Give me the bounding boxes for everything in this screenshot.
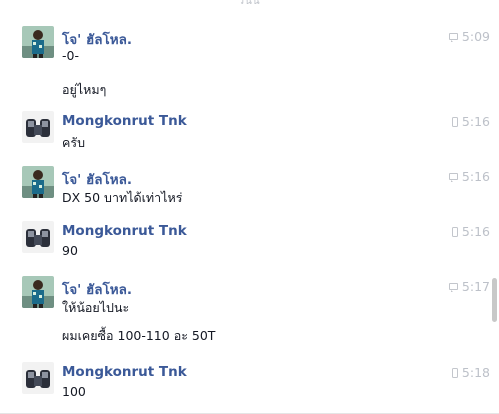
message-time: 5:16 [461, 224, 490, 239]
chat-icon [448, 33, 458, 42]
mobile-icon [451, 226, 458, 237]
sender-name[interactable]: Mongkonrut Tnk [62, 113, 187, 129]
message-time: 5:18 [461, 365, 490, 380]
avatar[interactable] [22, 111, 54, 143]
scrollbar-thumb[interactable] [492, 278, 497, 322]
sender-name[interactable]: โจ' ฮัลโหล. [62, 28, 132, 50]
message-time: 5:16 [461, 169, 490, 184]
message-text: ครับ [62, 135, 86, 150]
message-meta: 5:09 [448, 29, 490, 44]
message-meta: 5:16 [448, 169, 490, 184]
message-thread: โจ' ฮัลโหล. 5:09 -0- อยู่ไหมๆ Mongkonrut… [0, 0, 490, 414]
message-meta: 5:17 [448, 279, 490, 294]
sender-name[interactable]: โจ' ฮัลโหล. [62, 168, 132, 190]
sender-name[interactable]: โจ' ฮัลโหล. [62, 278, 132, 300]
message-time: 5:09 [461, 29, 490, 44]
message-meta: 5:16 [451, 224, 490, 239]
avatar-joe-image [22, 276, 54, 308]
message-time: 5:16 [461, 114, 490, 129]
message-text: 90 [62, 243, 78, 258]
sender-name[interactable]: Mongkonrut Tnk [62, 223, 187, 239]
message-time: 5:17 [461, 279, 490, 294]
message-text: ให้น้อยไปนะ [62, 300, 130, 315]
mobile-icon [451, 367, 458, 378]
avatar[interactable] [22, 276, 54, 308]
avatar[interactable] [22, 362, 54, 394]
mobile-icon [451, 116, 458, 127]
message-text: ผมเคยซื้อ 100-110 อะ 50T [62, 328, 216, 343]
avatar[interactable] [22, 221, 54, 253]
message-text: DX 50 บาทได้เท่าไหร่ [62, 190, 183, 205]
chat-icon [448, 283, 458, 292]
avatar[interactable] [22, 26, 54, 58]
message-text: 100 [62, 384, 86, 399]
chat-icon [448, 173, 458, 182]
message-meta: 5:16 [451, 114, 490, 129]
message-text: อยู่ไหมๆ [62, 82, 107, 97]
avatar-mong-image [22, 221, 54, 253]
avatar-joe-image [22, 26, 54, 58]
message-meta: 5:18 [451, 365, 490, 380]
sender-name[interactable]: Mongkonrut Tnk [62, 364, 187, 380]
avatar[interactable] [22, 166, 54, 198]
avatar-joe-image [22, 166, 54, 198]
avatar-mong-image [22, 362, 54, 394]
avatar-mong-image [22, 111, 54, 143]
message-text: -0- [62, 48, 79, 63]
